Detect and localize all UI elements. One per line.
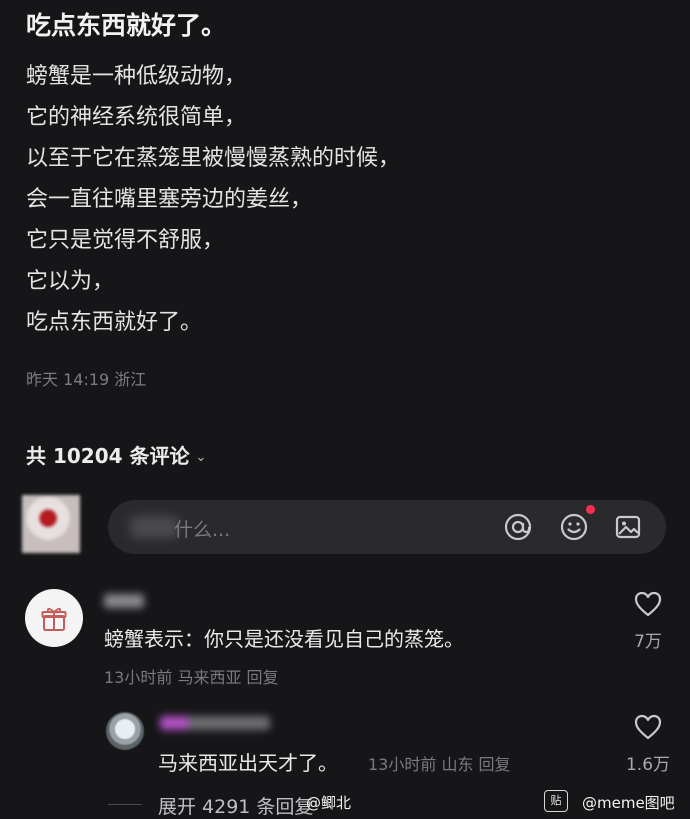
post-body: 螃蟹是一种低级动物， 它的神经系统很简单， 以至于它在蒸笼里被慢慢蒸熟的时候， … — [26, 56, 400, 343]
watermark: @meme图吧 — [582, 794, 675, 812]
expand-replies-button[interactable]: 展开 4291 条回复 — [158, 792, 313, 819]
comment-text: 螃蟹表示：你只是还没看见自己的蒸笼。 — [104, 627, 464, 651]
emoji-icon[interactable] — [558, 511, 590, 543]
watermark: @鲫北 — [306, 794, 352, 812]
gift-icon — [39, 603, 69, 633]
comment-input[interactable]: 说点什么... — [108, 500, 666, 554]
avatar[interactable] — [25, 589, 83, 647]
avatar[interactable] — [106, 712, 144, 750]
post-line: 会一直往嘴里塞旁边的姜丝， — [26, 187, 313, 212]
avatar[interactable] — [22, 495, 80, 553]
chevron-down-icon: ⌄ — [195, 450, 207, 465]
post-line: 它的神经系统很简单， — [26, 105, 247, 130]
watermark-icon: 贴 — [544, 790, 568, 812]
post-meta: 昨天 14:19 浙江 — [26, 370, 147, 389]
comment-count-label: 共 10204 条评论 — [26, 444, 190, 468]
comment-count-toggle[interactable]: 共 10204 条评论 ⌄ — [26, 440, 206, 469]
username-blur — [104, 594, 144, 608]
comment-input-placeholder: 说点什么... — [174, 519, 231, 541]
post-line: 它只是觉得不舒服， — [26, 228, 225, 253]
reply-text: 马来西亚出天才了。 — [158, 751, 338, 775]
post-line: 以至于它在蒸笼里被慢慢蒸熟的时候， — [26, 146, 401, 171]
at-icon[interactable] — [502, 511, 534, 543]
heart-icon[interactable] — [628, 713, 668, 747]
post-line: 吃点东西就好了。 — [26, 310, 203, 335]
comment-meta[interactable]: 13小时前 马来西亚 回复 — [104, 664, 279, 688]
reply-meta[interactable]: 13小时前 山东 回复 — [368, 751, 511, 775]
post-line: 螃蟹是一种低级动物， — [26, 64, 247, 89]
post-line: 它以为， — [26, 269, 115, 294]
image-icon[interactable] — [612, 511, 644, 543]
notification-dot — [586, 505, 595, 514]
username-blur — [160, 716, 270, 730]
divider — [108, 804, 142, 805]
post-title: 吃点东西就好了。 — [26, 11, 227, 40]
like-count: 7万 — [634, 632, 662, 652]
like-count: 1.6万 — [625, 755, 671, 775]
heart-icon[interactable] — [628, 590, 668, 624]
